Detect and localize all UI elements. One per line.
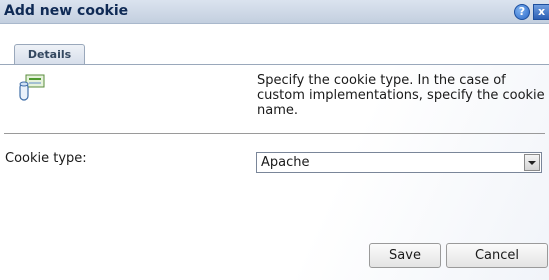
dialog-titlebar: Add new cookie ? x	[0, 0, 549, 24]
cookie-type-select[interactable]: Apache	[256, 152, 542, 173]
chevron-down-icon[interactable]	[524, 154, 540, 171]
save-button[interactable]: Save	[369, 243, 441, 268]
dialog-title: Add new cookie	[4, 3, 129, 19]
help-icon[interactable]: ?	[514, 4, 530, 20]
description-text: Specify the cookie type. In the case of …	[257, 73, 545, 118]
tab-details[interactable]: Details	[14, 44, 85, 65]
cancel-button[interactable]: Cancel	[446, 243, 548, 268]
separator	[4, 133, 545, 134]
cookie-type-label: Cookie type:	[5, 151, 87, 166]
cookie-type-value: Apache	[261, 155, 310, 170]
close-icon[interactable]: x	[533, 4, 549, 20]
cookie-database-icon	[19, 74, 45, 101]
